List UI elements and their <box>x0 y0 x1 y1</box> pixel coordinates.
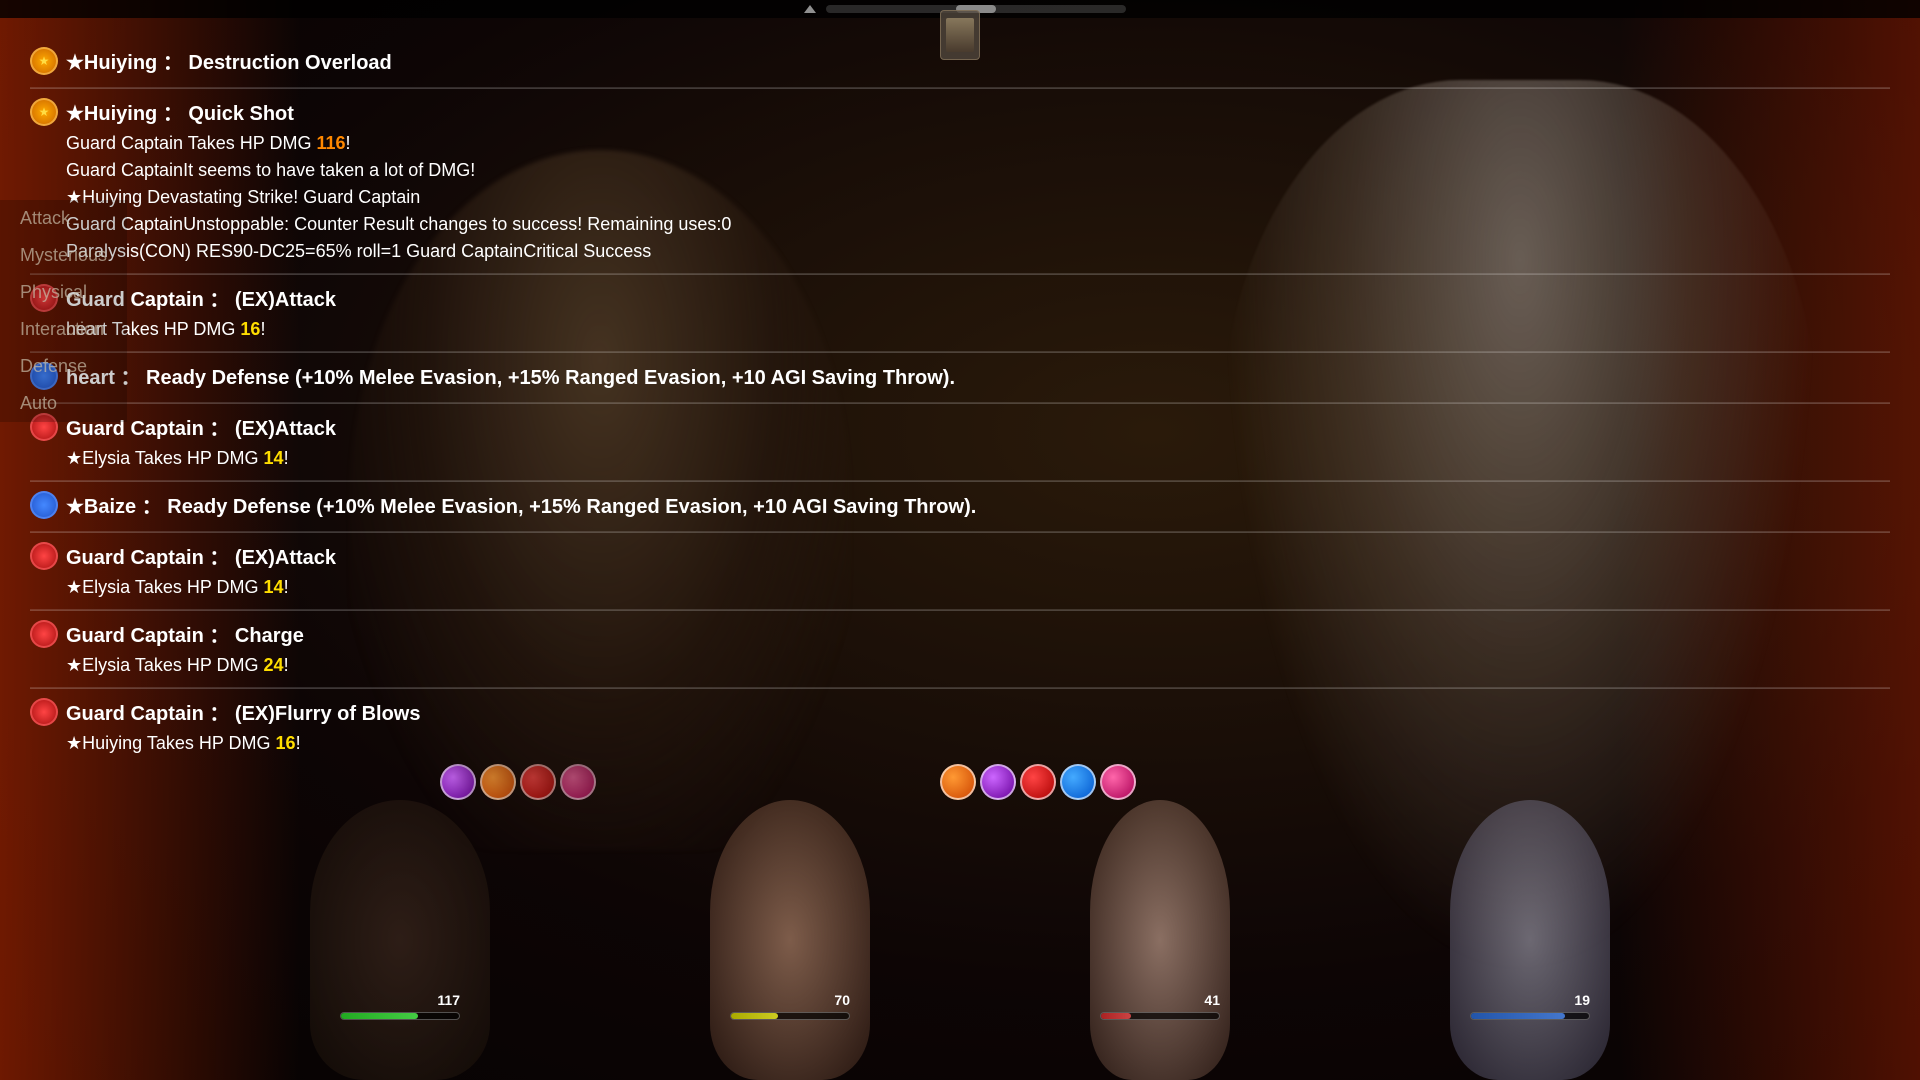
bottom-char-2: 70 <box>710 800 870 1080</box>
char-4-hp: 19 <box>1574 992 1590 1008</box>
menu-mysterious[interactable]: Mysterious <box>0 237 127 274</box>
hp-bar-fill-1 <box>341 1013 418 1019</box>
scroll-up-arrow[interactable] <box>804 5 816 13</box>
center-portrait-icon <box>940 10 980 60</box>
side-menu: Attack Mysterious Physical Interaction D… <box>0 200 127 422</box>
menu-auto[interactable]: Auto <box>0 385 127 422</box>
hp-bar-bg-4 <box>1470 1012 1590 1020</box>
bottom-char-1: 117 <box>310 800 490 1080</box>
hp-bar-bg-1 <box>340 1012 460 1020</box>
char-2-hp: 70 <box>834 992 850 1008</box>
hp-bar-fill-4 <box>1471 1013 1565 1019</box>
hp-bar-fill-2 <box>731 1013 778 1019</box>
bottom-char-3: 41 <box>1090 800 1230 1080</box>
char-1-hp: 117 <box>437 992 460 1008</box>
char-3-hp: 41 <box>1204 992 1220 1008</box>
menu-interaction[interactable]: Interaction <box>0 311 127 348</box>
hp-bar-bg-2 <box>730 1012 850 1020</box>
hp-bar-bg-3 <box>1100 1012 1220 1020</box>
menu-attack[interactable]: Attack <box>0 200 127 237</box>
bottom-characters: 117 70 41 19 <box>0 730 1920 1080</box>
hp-bar-fill-3 <box>1101 1013 1131 1019</box>
bottom-char-4: 19 <box>1450 800 1610 1080</box>
menu-defense[interactable]: Defense <box>0 348 127 385</box>
menu-physical[interactable]: Physical <box>0 274 127 311</box>
